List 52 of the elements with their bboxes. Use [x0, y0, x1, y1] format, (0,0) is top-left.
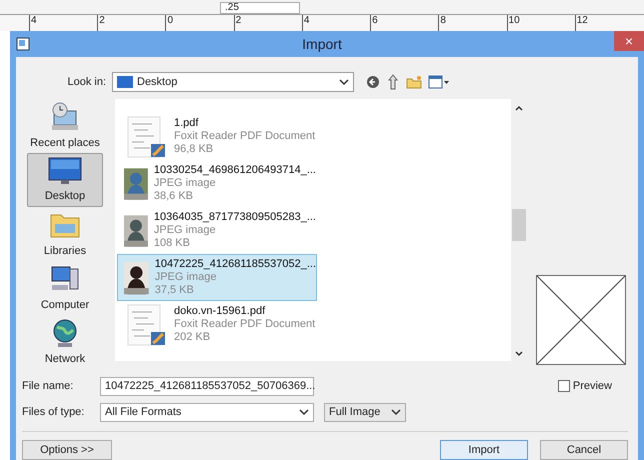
image-mode-dropdown[interactable]: Full Image	[324, 402, 406, 422]
place-item[interactable]: Recent places	[27, 99, 103, 153]
file-item[interactable]: 10364035_871773809505283_... JPEG image 108 KB	[117, 207, 317, 254]
place-item[interactable]: Libraries	[27, 207, 103, 261]
scroll-up-icon[interactable]	[515, 105, 523, 111]
close-button[interactable]: ×	[614, 31, 644, 51]
file-item[interactable]: 1.pdf Foxit Reader PDF Document 96,8 KB	[117, 113, 317, 160]
chevron-down-icon	[339, 78, 349, 86]
window-title: Import	[301, 34, 343, 54]
file-name-label: File name:	[22, 378, 74, 394]
file-item[interactable]: doko.vn-15961.pdf Foxit Reader PDF Document 202 KB	[117, 301, 317, 348]
import-button[interactable]: Import	[440, 440, 528, 460]
file-item[interactable]: 10330254_469861206493714_... JPEG image 38,6 KB	[117, 160, 317, 207]
preview-label: Preview	[572, 378, 612, 394]
file-name: 1.pdf	[174, 117, 200, 130]
monitor-icon	[117, 76, 133, 88]
place-item[interactable]: Desktop	[27, 153, 103, 207]
file-size: 108 KB	[154, 237, 191, 250]
chevron-down-icon	[299, 408, 309, 416]
view-menu-icon[interactable]	[428, 75, 450, 89]
file-type: JPEG image	[154, 224, 217, 237]
file-name-dropdown[interactable]: 10472225_412681185537052_50706369...	[100, 376, 314, 396]
file-name: 10330254_469861206493714_...	[154, 164, 316, 177]
file-type-dropdown[interactable]: All File Formats	[100, 402, 314, 422]
file-name: 10364035_871773809505283_...	[154, 211, 316, 224]
look-in-dropdown[interactable]: Desktop	[112, 72, 354, 92]
file-type: JPEG image	[154, 177, 217, 190]
place-item[interactable]: Computer	[27, 261, 103, 315]
file-item[interactable]: 10472225_412681185537052_... JPEG image 37,5 KB	[117, 254, 317, 301]
cancel-button[interactable]: Cancel	[540, 440, 628, 460]
file-type: Foxit Reader PDF Document	[174, 130, 316, 143]
file-type: JPEG image	[154, 271, 218, 284]
scroll-thumb[interactable]	[512, 209, 526, 241]
window-icon	[16, 37, 30, 51]
monitor-icon	[47, 156, 83, 186]
file-size: 37,5 KB	[154, 284, 195, 297]
file-name: doko.vn-15961.pdf	[174, 305, 266, 318]
file-size: 96,8 KB	[174, 143, 214, 156]
files-of-type-label: Files of type:	[22, 404, 86, 420]
file-size: 38,6 KB	[154, 190, 194, 203]
back-icon[interactable]	[366, 75, 380, 89]
file-type: Foxit Reader PDF Document	[174, 318, 316, 331]
preview-checkbox[interactable]	[558, 380, 570, 392]
up-folder-icon[interactable]	[386, 74, 400, 90]
input-field[interactable]: .25	[220, 2, 300, 14]
look-in-label: Look in:	[66, 74, 107, 90]
file-name: 10472225_412681185537052_...	[154, 258, 316, 271]
place-item[interactable]: Network	[27, 315, 103, 369]
options-button[interactable]: Options >>	[22, 440, 112, 460]
scroll-down-icon[interactable]	[515, 351, 523, 357]
file-size: 202 KB	[174, 331, 212, 344]
chevron-down-icon	[391, 408, 401, 416]
